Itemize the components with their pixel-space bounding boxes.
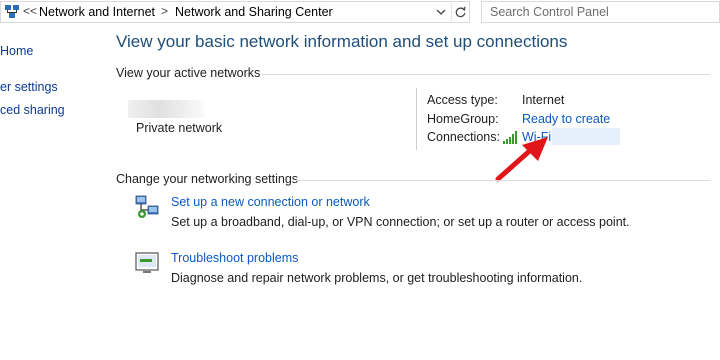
breadcrumb[interactable]: << Network and Internet > Network and Sh…	[0, 1, 470, 23]
troubleshoot-description: Diagnose and repair network problems, or…	[171, 271, 583, 285]
chevron-down-icon[interactable]	[433, 4, 449, 20]
homegroup-label: HomeGroup:	[427, 112, 499, 126]
divider	[296, 180, 710, 181]
troubleshoot-link[interactable]: Troubleshoot problems	[171, 251, 298, 265]
active-networks-heading: View your active networks	[116, 66, 261, 80]
redacted-network-label	[128, 100, 204, 118]
overflow-chevron[interactable]: <<	[23, 4, 37, 18]
change-settings-heading: Change your networking settings	[116, 172, 299, 186]
annotation-arrow-icon	[495, 137, 548, 182]
access-type-label: Access type:	[427, 93, 498, 107]
breadcrumb-network-and-sharing-center[interactable]: Network and Sharing Center	[175, 5, 333, 19]
homegroup-link[interactable]: Ready to create	[522, 112, 610, 126]
network-category: Private network	[136, 121, 223, 135]
refresh-icon[interactable]	[451, 3, 469, 21]
network-icon	[5, 5, 19, 18]
setup-connection-link[interactable]: Set up a new connection or network	[171, 195, 370, 209]
access-type-value: Internet	[522, 93, 565, 107]
search-placeholder: Search Control Panel	[490, 5, 609, 19]
sidebar-item-adapter-settings[interactable]: er settings	[0, 80, 58, 94]
network-setup-icon	[135, 195, 159, 218]
page-title: View your basic network information and …	[116, 32, 568, 51]
breadcrumb-network-and-internet[interactable]: Network and Internet	[39, 5, 155, 19]
troubleshoot-icon	[135, 252, 159, 273]
search-input[interactable]: Search Control Panel	[481, 1, 720, 23]
sidebar-item-advanced-sharing[interactable]: ced sharing	[0, 103, 65, 117]
divider	[262, 74, 710, 75]
divider	[416, 88, 417, 150]
breadcrumb-separator[interactable]: >	[161, 4, 168, 18]
address-bar: << Network and Internet > Network and Sh…	[0, 0, 720, 24]
connections-label: Connections:	[427, 130, 500, 144]
sidebar-item-home[interactable]: Home	[0, 44, 33, 58]
setup-connection-description: Set up a broadband, dial-up, or VPN conn…	[171, 215, 630, 229]
redacted-ssid	[552, 128, 620, 145]
